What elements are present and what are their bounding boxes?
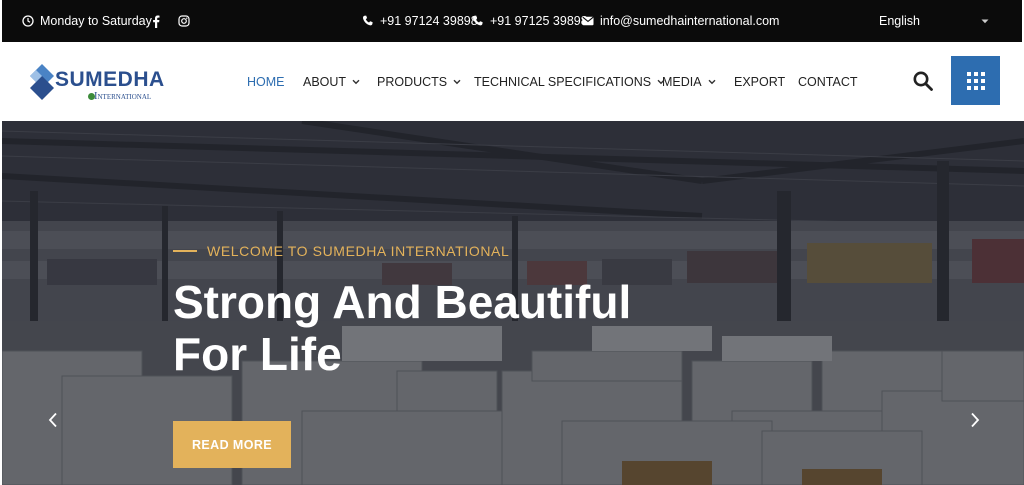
site-logo[interactable]: SUMEDHA International <box>28 60 178 104</box>
mail-icon <box>582 16 594 26</box>
language-dropdown-toggle[interactable] <box>981 0 989 42</box>
hero-slider: WELCOME TO SUMEDHA INTERNATIONAL Strong … <box>2 121 1024 485</box>
chevron-right-icon <box>971 412 980 428</box>
nav-about-label: ABOUT <box>303 74 347 89</box>
nav-technical-specifications[interactable]: TECHNICAL SPECIFICATIONS <box>474 42 665 121</box>
facebook-icon <box>153 15 160 28</box>
nav-media[interactable]: MEDIA <box>662 42 716 121</box>
search-icon <box>913 71 933 91</box>
phone-number-1: +91 97124 39898 <box>380 14 478 28</box>
clock-icon <box>22 15 34 27</box>
nav-export-label: EXPORT <box>734 74 786 89</box>
nav-home[interactable]: HOME <box>247 42 285 121</box>
logo-wordmark: SUMEDHA <box>55 68 165 91</box>
nav-technical-specifications-label: TECHNICAL SPECIFICATIONS <box>474 74 652 89</box>
grid-menu-icon <box>966 71 985 90</box>
hero-eyebrow: WELCOME TO SUMEDHA INTERNATIONAL <box>173 243 509 259</box>
caret-down-icon <box>981 19 989 23</box>
eyebrow-divider <box>173 250 197 252</box>
top-bar: Monday to Saturday +91 97124 39898 +91 9… <box>2 0 1022 42</box>
nav-export[interactable]: EXPORT <box>734 42 785 121</box>
language-selector[interactable]: English <box>879 0 920 42</box>
chevron-down-icon <box>453 79 461 84</box>
site-header: SUMEDHA International HOME ABOUT PRODUCT… <box>0 42 1024 121</box>
chevron-left-icon <box>48 412 57 428</box>
search-button[interactable] <box>912 70 934 92</box>
phone-icon <box>363 15 373 26</box>
instagram-link[interactable] <box>178 0 190 42</box>
email-address: info@sumedhainternational.com <box>600 14 780 28</box>
email-link[interactable]: info@sumedhainternational.com <box>582 0 779 42</box>
nav-contact-label: CONTACT <box>798 74 858 89</box>
nav-products[interactable]: PRODUCTS <box>377 42 461 121</box>
phone-link-2[interactable]: +91 97125 39898 <box>472 0 588 42</box>
nav-about[interactable]: ABOUT <box>303 42 360 121</box>
working-hours-text: Monday to Saturday <box>40 14 152 28</box>
nav-products-label: PRODUCTS <box>377 74 448 89</box>
nav-contact[interactable]: CONTACT <box>798 42 858 121</box>
hero-headline-line-2: For Life <box>173 328 342 380</box>
hero-headline-line-1: Strong And Beautiful <box>173 276 632 328</box>
phone-number-2: +91 97125 39898 <box>490 14 588 28</box>
chevron-down-icon <box>352 79 360 84</box>
slider-next-button[interactable] <box>960 405 990 435</box>
hero-headline: Strong And Beautiful For Life <box>173 276 693 380</box>
phone-icon <box>473 15 483 26</box>
working-hours: Monday to Saturday <box>22 0 152 42</box>
nav-media-label: MEDIA <box>662 74 702 89</box>
instagram-icon <box>178 15 190 27</box>
chevron-down-icon <box>708 79 716 84</box>
nav-home-label: HOME <box>247 74 285 89</box>
facebook-link[interactable] <box>152 0 160 42</box>
phone-link-1[interactable]: +91 97124 39898 <box>362 0 478 42</box>
hero-eyebrow-text: WELCOME TO SUMEDHA INTERNATIONAL <box>207 243 510 259</box>
language-label: English <box>879 14 920 28</box>
menu-grid-button[interactable] <box>951 56 1000 105</box>
slider-prev-button[interactable] <box>38 405 68 435</box>
logo-subtitle: International <box>94 91 152 102</box>
read-more-button[interactable]: READ MORE <box>173 421 291 468</box>
